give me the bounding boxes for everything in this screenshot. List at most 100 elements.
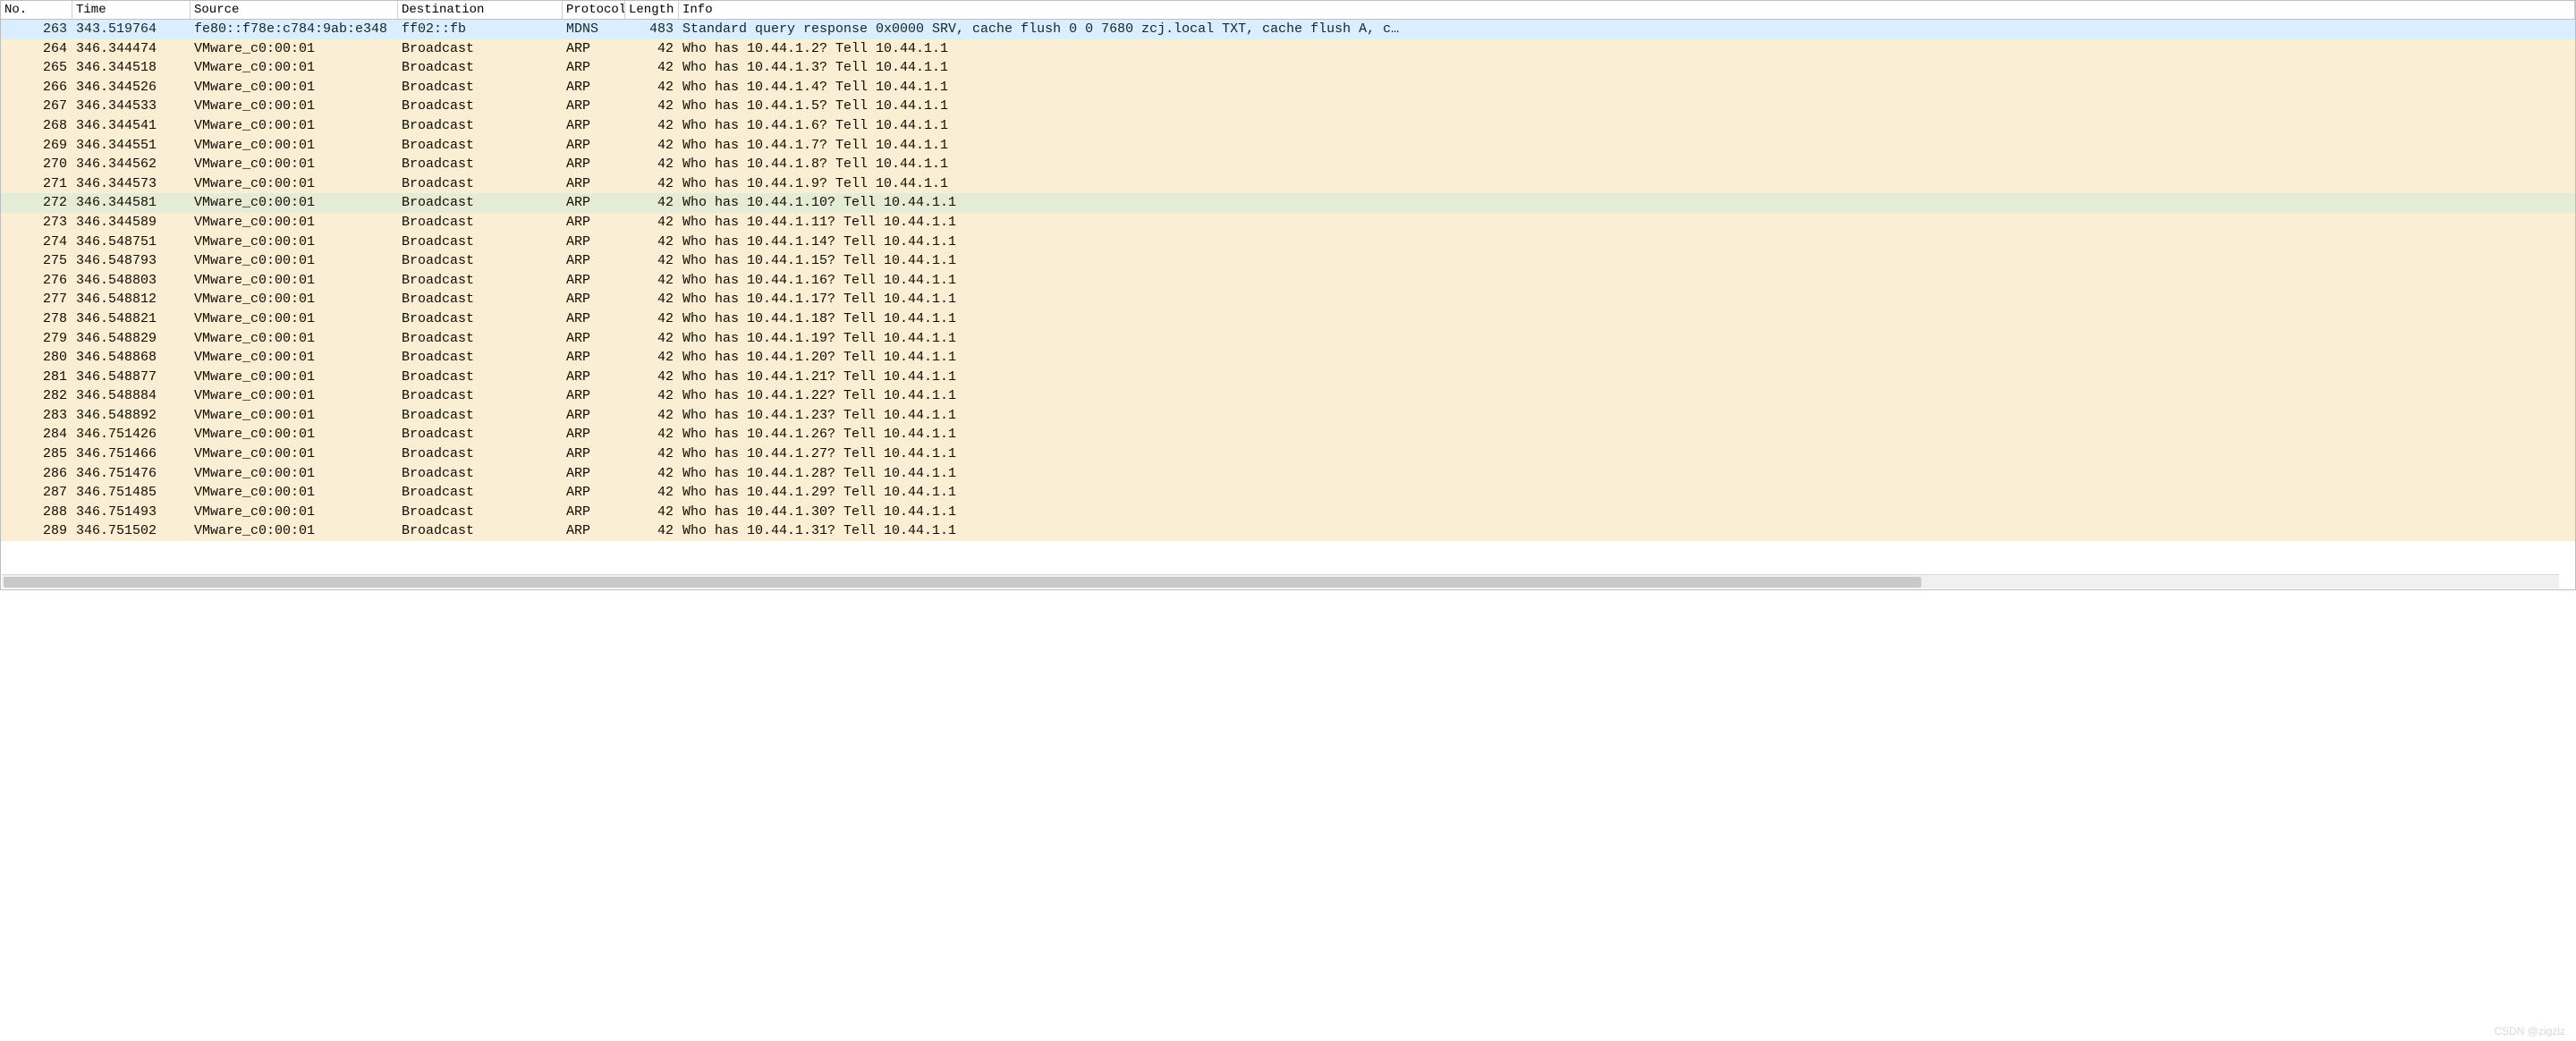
packet-info: Who has 10.44.1.15? Tell 10.44.1.1	[679, 251, 2575, 271]
packet-length: 42	[625, 464, 679, 484]
packet-row[interactable]: 276346.548803VMware_c0:00:01BroadcastARP…	[1, 271, 2575, 291]
packet-row[interactable]: 279346.548829VMware_c0:00:01BroadcastARP…	[1, 329, 2575, 349]
packet-length: 42	[625, 368, 679, 387]
packet-time: 346.548892	[72, 406, 191, 426]
packet-row[interactable]: 283346.548892VMware_c0:00:01BroadcastARP…	[1, 406, 2575, 426]
packet-destination: Broadcast	[398, 97, 563, 116]
packet-row[interactable]: 272346.344581VMware_c0:00:01BroadcastARP…	[1, 193, 2575, 213]
packet-source: VMware_c0:00:01	[191, 213, 398, 233]
column-header-source[interactable]: Source	[191, 1, 398, 19]
packet-source: VMware_c0:00:01	[191, 329, 398, 349]
packet-time: 346.548793	[72, 251, 191, 271]
column-header-destination[interactable]: Destination	[398, 1, 563, 19]
packet-row[interactable]: 282346.548884VMware_c0:00:01BroadcastARP…	[1, 386, 2575, 406]
packet-row[interactable]: 263343.519764fe80::f78e:c784:9ab:e348ff0…	[1, 20, 2575, 39]
packet-time: 346.751466	[72, 444, 191, 464]
packet-no: 273	[1, 213, 72, 233]
packet-row[interactable]: 281346.548877VMware_c0:00:01BroadcastARP…	[1, 368, 2575, 387]
packet-row[interactable]: 285346.751466VMware_c0:00:01BroadcastARP…	[1, 444, 2575, 464]
packet-length: 42	[625, 233, 679, 252]
packet-no: 266	[1, 78, 72, 97]
packet-length: 42	[625, 58, 679, 78]
column-header-row: No. Time Source Destination Protocol Len…	[1, 1, 2575, 20]
packet-source: VMware_c0:00:01	[191, 483, 398, 503]
packet-info: Who has 10.44.1.6? Tell 10.44.1.1	[679, 116, 2575, 136]
packet-row[interactable]: 274346.548751VMware_c0:00:01BroadcastARP…	[1, 233, 2575, 252]
packet-protocol: MDNS	[563, 20, 625, 39]
packet-row[interactable]: 269346.344551VMware_c0:00:01BroadcastARP…	[1, 136, 2575, 156]
packet-source: VMware_c0:00:01	[191, 406, 398, 426]
column-header-time[interactable]: Time	[72, 1, 191, 19]
column-header-protocol[interactable]: Protocol	[563, 1, 625, 19]
packet-row[interactable]: 288346.751493VMware_c0:00:01BroadcastARP…	[1, 503, 2575, 522]
packet-no: 267	[1, 97, 72, 116]
packet-row[interactable]: 270346.344562VMware_c0:00:01BroadcastARP…	[1, 155, 2575, 174]
packet-source: VMware_c0:00:01	[191, 58, 398, 78]
packet-info: Who has 10.44.1.5? Tell 10.44.1.1	[679, 97, 2575, 116]
packet-no: 282	[1, 386, 72, 406]
packet-info: Who has 10.44.1.27? Tell 10.44.1.1	[679, 444, 2575, 464]
column-header-info[interactable]: Info	[679, 1, 2575, 19]
packet-destination: Broadcast	[398, 251, 563, 271]
packet-destination: Broadcast	[398, 193, 563, 213]
packet-row[interactable]: 275346.548793VMware_c0:00:01BroadcastARP…	[1, 251, 2575, 271]
packet-destination: Broadcast	[398, 464, 563, 484]
packet-info: Who has 10.44.1.26? Tell 10.44.1.1	[679, 425, 2575, 444]
packet-no: 287	[1, 483, 72, 503]
packet-info: Who has 10.44.1.10? Tell 10.44.1.1	[679, 193, 2575, 213]
packet-row[interactable]: 266346.344526VMware_c0:00:01BroadcastARP…	[1, 78, 2575, 97]
packet-protocol: ARP	[563, 521, 625, 541]
packet-destination: Broadcast	[398, 348, 563, 368]
column-header-length[interactable]: Length	[625, 1, 679, 19]
packet-no: 288	[1, 503, 72, 522]
packet-source: VMware_c0:00:01	[191, 503, 398, 522]
packet-length: 42	[625, 174, 679, 194]
packet-list[interactable]: No. Time Source Destination Protocol Len…	[0, 0, 2576, 590]
packet-info: Who has 10.44.1.18? Tell 10.44.1.1	[679, 309, 2575, 329]
horizontal-scrollbar[interactable]	[2, 574, 2559, 588]
packet-source: VMware_c0:00:01	[191, 386, 398, 406]
packet-time: 346.344573	[72, 174, 191, 194]
packet-row[interactable]: 267346.344533VMware_c0:00:01BroadcastARP…	[1, 97, 2575, 116]
packet-no: 268	[1, 116, 72, 136]
packet-time: 346.344474	[72, 39, 191, 59]
packet-source: VMware_c0:00:01	[191, 425, 398, 444]
packet-length: 483	[625, 20, 679, 39]
packet-time: 346.548812	[72, 290, 191, 309]
packet-info: Who has 10.44.1.31? Tell 10.44.1.1	[679, 521, 2575, 541]
packet-row[interactable]: 265346.344518VMware_c0:00:01BroadcastARP…	[1, 58, 2575, 78]
packet-destination: Broadcast	[398, 290, 563, 309]
packet-time: 346.548829	[72, 329, 191, 349]
packet-row[interactable]: 268346.344541VMware_c0:00:01BroadcastARP…	[1, 116, 2575, 136]
packet-row[interactable]: 287346.751485VMware_c0:00:01BroadcastARP…	[1, 483, 2575, 503]
horizontal-scrollbar-thumb[interactable]	[4, 577, 1921, 588]
packet-no: 270	[1, 155, 72, 174]
packet-row[interactable]: 278346.548821VMware_c0:00:01BroadcastARP…	[1, 309, 2575, 329]
packet-time: 343.519764	[72, 20, 191, 39]
packet-protocol: ARP	[563, 368, 625, 387]
packet-source: VMware_c0:00:01	[191, 368, 398, 387]
packet-protocol: ARP	[563, 309, 625, 329]
packet-row[interactable]: 277346.548812VMware_c0:00:01BroadcastARP…	[1, 290, 2575, 309]
packet-info: Who has 10.44.1.19? Tell 10.44.1.1	[679, 329, 2575, 349]
packet-time: 346.344581	[72, 193, 191, 213]
column-header-no[interactable]: No.	[1, 1, 72, 19]
packet-row[interactable]: 273346.344589VMware_c0:00:01BroadcastARP…	[1, 213, 2575, 233]
packet-destination: Broadcast	[398, 521, 563, 541]
packet-row[interactable]: 271346.344573VMware_c0:00:01BroadcastARP…	[1, 174, 2575, 194]
packet-row[interactable]: 280346.548868VMware_c0:00:01BroadcastARP…	[1, 348, 2575, 368]
packet-no: 277	[1, 290, 72, 309]
packet-source: VMware_c0:00:01	[191, 271, 398, 291]
packet-protocol: ARP	[563, 116, 625, 136]
packet-row[interactable]: 284346.751426VMware_c0:00:01BroadcastARP…	[1, 425, 2575, 444]
packet-length: 42	[625, 290, 679, 309]
packet-no: 279	[1, 329, 72, 349]
packet-source: VMware_c0:00:01	[191, 521, 398, 541]
packet-row[interactable]: 286346.751476VMware_c0:00:01BroadcastARP…	[1, 464, 2575, 484]
packet-source: VMware_c0:00:01	[191, 193, 398, 213]
packet-length: 42	[625, 97, 679, 116]
packet-destination: Broadcast	[398, 309, 563, 329]
packet-destination: Broadcast	[398, 483, 563, 503]
packet-row[interactable]: 289346.751502VMware_c0:00:01BroadcastARP…	[1, 521, 2575, 541]
packet-row[interactable]: 264346.344474VMware_c0:00:01BroadcastARP…	[1, 39, 2575, 59]
